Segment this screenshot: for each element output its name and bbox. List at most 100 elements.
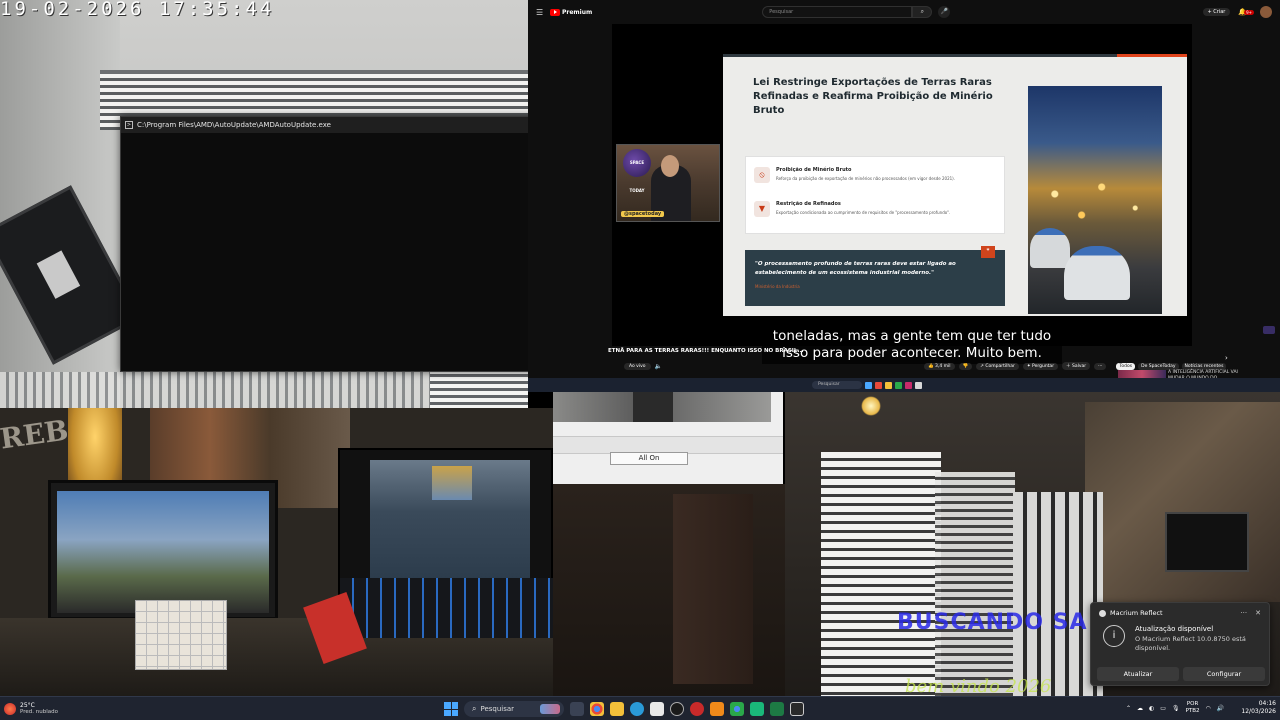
- search-icon: ⌕: [472, 704, 477, 713]
- youtube-logo-text: Premium: [562, 8, 593, 16]
- slide-title: Lei Restringe Exportações de Terras Rara…: [753, 77, 993, 116]
- quote-icon: ❞: [981, 246, 995, 258]
- terminal-app-icon[interactable]: [790, 702, 804, 716]
- chrome-icon[interactable]: [590, 702, 604, 716]
- nested-window: All On: [553, 392, 783, 484]
- tray-overflow-icon[interactable]: ⌃: [1126, 705, 1131, 712]
- more-button[interactable]: ···: [1094, 362, 1107, 370]
- all-on-button[interactable]: All On: [610, 452, 688, 465]
- channel-watermark: [1263, 326, 1275, 334]
- microphone-icon[interactable]: 🎙: [1172, 705, 1180, 712]
- input-language[interactable]: POR PTB2: [1186, 701, 1200, 715]
- obs-icon[interactable]: [670, 702, 684, 716]
- tank-small: [1030, 228, 1070, 268]
- nested-search: Pesquisar: [812, 381, 862, 389]
- wall-frame: [1165, 512, 1249, 572]
- save-button[interactable]: ＋ Salvar: [1062, 362, 1091, 370]
- staircase-middle: [935, 472, 1015, 696]
- search-highlight-image: [540, 704, 560, 714]
- edge-icon[interactable]: [630, 702, 644, 716]
- vlc-icon[interactable]: [710, 702, 724, 716]
- macrium-icon: [1099, 609, 1106, 617]
- monitor-left-screen: [57, 491, 269, 613]
- chip-channel[interactable]: De SpaceToday: [1138, 362, 1179, 370]
- live-badge[interactable]: Ao vivo: [624, 362, 651, 370]
- chip-recent[interactable]: Notícias recentes: [1181, 362, 1227, 370]
- staircase: [821, 452, 941, 696]
- prohibited-icon: ⦸: [754, 167, 770, 183]
- overlay-blue-text: BUSCANDO SA: [897, 610, 1088, 635]
- nested-app-icon: [875, 381, 882, 389]
- windows-start-icon[interactable]: [444, 702, 458, 716]
- slide-accent-bar: [1117, 54, 1187, 57]
- update-notification[interactable]: Macrium Reflect ··· ✕ i Atualização disp…: [1090, 602, 1270, 686]
- app-tray-icon[interactable]: ◐: [1149, 705, 1154, 712]
- mic-icon[interactable]: 🎤: [938, 6, 951, 18]
- battery-icon[interactable]: ▭: [1160, 705, 1166, 712]
- item2-title: Restrição de Refinados: [776, 201, 841, 207]
- presenter-head: [661, 155, 679, 177]
- youtube-screen: ☰ Premium Pesquisar ⌕ 🎤 + Criar 🔔 9+ Lei…: [528, 0, 1280, 392]
- share-label: Compartilhar: [985, 363, 1015, 369]
- chrome-profile-icon[interactable]: [730, 702, 744, 716]
- notification-actions: Atualizar Configurar: [1097, 667, 1265, 681]
- keyboard-layout: PTB2: [1185, 708, 1200, 714]
- slide-quote: ❞ "O processamento profundo de terras ra…: [745, 246, 1005, 306]
- youtube-search-input[interactable]: Pesquisar: [762, 6, 913, 18]
- graffiti-wall: [1085, 402, 1280, 602]
- subtitle-line-1: toneladas, mas a gente tem que ter tudo: [772, 328, 1052, 344]
- notification-body: i Atualização disponível O Macrium Refle…: [1091, 617, 1269, 653]
- filter-icon: ▼: [754, 201, 770, 217]
- notification-app-name: Macrium Reflect: [1110, 609, 1163, 617]
- file-explorer-icon[interactable]: [610, 702, 624, 716]
- camera-feed-bottom-left: REB: [0, 408, 553, 696]
- task-view-icon[interactable]: [570, 702, 584, 716]
- recommendation-chips: Todos De SpaceToday Notícias recentes: [1116, 362, 1227, 370]
- share-button[interactable]: ↗ Compartilhar: [976, 362, 1019, 370]
- volume-icon[interactable]: 🔈: [655, 363, 662, 370]
- quote-source: Ministério da Indústria: [755, 284, 800, 289]
- configure-button[interactable]: Configurar: [1183, 667, 1265, 681]
- calendar-app-icon[interactable]: [650, 702, 664, 716]
- taskbar-search[interactable]: ⌕ Pesquisar: [464, 701, 564, 717]
- excel-icon[interactable]: [770, 702, 784, 716]
- app-green-icon[interactable]: [750, 702, 764, 716]
- weather-widget[interactable]: 25°C Pred. nublado: [4, 702, 58, 716]
- volume-tray-icon[interactable]: 🔊: [1217, 705, 1224, 712]
- wall-graffiti: REB: [0, 413, 71, 456]
- youtube-topbar: ☰ Premium Pesquisar ⌕ 🎤 + Criar 🔔 9+: [528, 0, 1280, 24]
- weather-icon: [4, 702, 16, 715]
- update-button[interactable]: Atualizar: [1097, 667, 1179, 681]
- search-icon[interactable]: ⌕: [912, 6, 933, 18]
- youtube-logo[interactable]: Premium: [550, 8, 593, 16]
- avatar[interactable]: [1260, 6, 1272, 18]
- taskbar-center: ⌕ Pesquisar: [444, 701, 804, 717]
- dislike-button[interactable]: 👎: [958, 362, 973, 370]
- chevron-right-icon[interactable]: ›: [1225, 354, 1228, 362]
- tank-large: [1064, 246, 1130, 300]
- clock-time: 04:16: [1258, 700, 1276, 707]
- cloud-icon[interactable]: ☁: [1137, 705, 1143, 712]
- more-options-icon[interactable]: ···: [1240, 609, 1247, 617]
- ask-button[interactable]: ✦ Perguntar: [1022, 362, 1059, 370]
- channel-logo: SPACE TODAY: [623, 149, 651, 193]
- presenter-camera-overlay: SPACE TODAY @spacetoday: [616, 144, 720, 222]
- camera-timestamp: 19-02-2026 17:35:44: [0, 0, 275, 20]
- create-button[interactable]: + Criar: [1202, 8, 1231, 16]
- calendar-board: [135, 600, 227, 670]
- item1-title: Proibição de Minério Bruto: [776, 167, 852, 173]
- like-button[interactable]: 👍 3,4 mil: [924, 362, 955, 370]
- slide-item-2: ▼ Restrição de Refinados Exportação cond…: [754, 201, 950, 217]
- taskbar-search-label: Pesquisar: [480, 705, 515, 713]
- acrobat-icon[interactable]: [690, 702, 704, 716]
- language-code: POR: [1186, 701, 1199, 707]
- chip-all[interactable]: Todos: [1116, 362, 1136, 370]
- taskbar-clock[interactable]: 04:16 12/03/2026: [1240, 700, 1276, 716]
- close-icon[interactable]: ✕: [1255, 609, 1261, 617]
- slide-card: ⦸ Proibição de Minério Bruto Reforço da …: [745, 156, 1005, 234]
- wifi-icon[interactable]: ◠: [1206, 705, 1211, 712]
- menu-icon[interactable]: ☰: [536, 8, 544, 17]
- camera-feed-bottom-middle: [553, 484, 785, 696]
- video-title-ticker: ETNÃ PARA AS TERRAS RARAS!!! ENQUANTO IS…: [608, 348, 804, 354]
- weather-temperature: 25°C: [20, 701, 35, 709]
